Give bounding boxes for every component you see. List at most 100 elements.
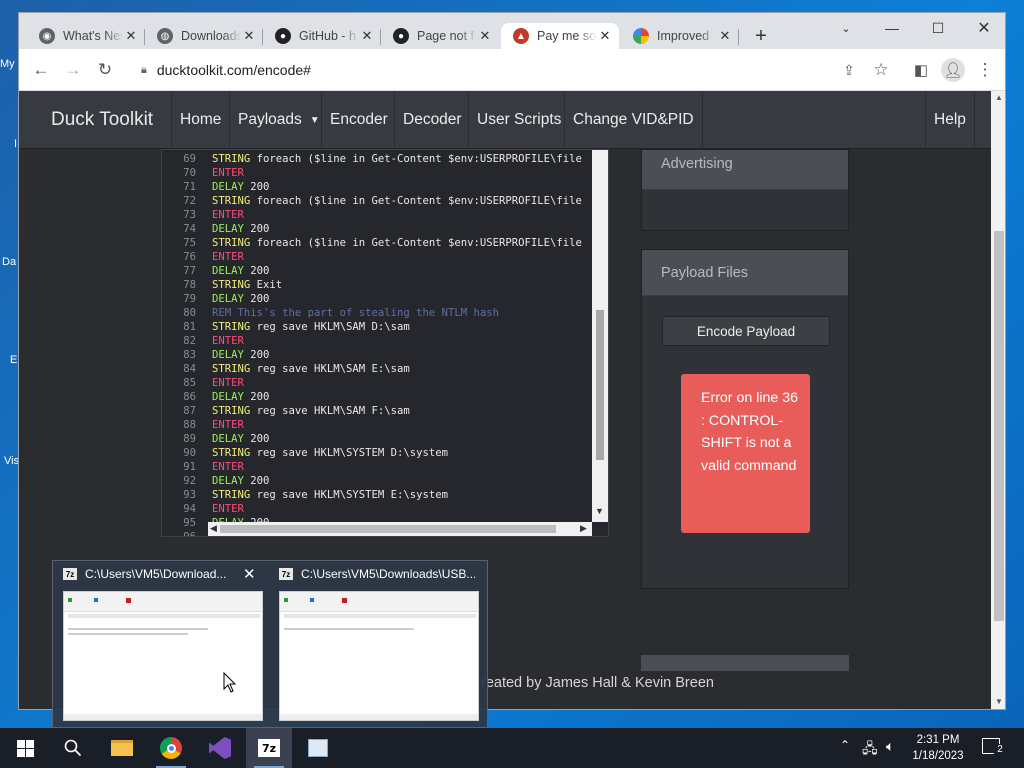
close-icon[interactable]: ✕	[243, 565, 256, 583]
close-icon[interactable]: ✕	[597, 28, 613, 44]
scroll-down-arrow-icon[interactable]: ▼	[995, 697, 1003, 706]
line-number: 94	[183, 503, 196, 515]
line-number: 84	[183, 363, 196, 375]
scroll-thumb[interactable]	[596, 310, 604, 460]
nav-payloads[interactable]: Payloads ▼	[229, 91, 328, 149]
taskbar-chrome[interactable]	[148, 728, 194, 768]
maximize-icon[interactable]: ☐	[915, 13, 961, 43]
nav-user-scripts[interactable]: User Scripts	[468, 91, 569, 149]
tab-github[interactable]: ● GitHub - h ✕	[263, 23, 381, 49]
code-text: 200	[243, 223, 270, 235]
taskbar-visual-studio[interactable]	[197, 728, 243, 768]
scroll-up-arrow-icon[interactable]: ▲	[995, 93, 1003, 102]
share-icon[interactable]: ⇪	[837, 58, 861, 82]
tab-downloads[interactable]: ◍ Downloads ✕	[145, 23, 263, 49]
editor-horizontal-scrollbar[interactable]: ◀ ▶	[208, 522, 592, 536]
line-number: 78	[183, 279, 196, 291]
scroll-right-arrow-icon[interactable]: ▶	[580, 523, 587, 534]
close-icon[interactable]: ✕	[717, 28, 733, 44]
close-icon[interactable]: ✕	[477, 28, 493, 44]
code-keyword: STRING	[212, 279, 251, 291]
notification-center-button[interactable]: 2	[982, 736, 1006, 760]
scroll-thumb[interactable]	[994, 231, 1004, 621]
thumbnail-title-text: C:\Users\VM5\Downloads\USB...	[301, 567, 475, 581]
clock-time: 2:31 PM	[916, 734, 960, 746]
clock-date: 1/18/2023	[912, 750, 964, 762]
volume-icon[interactable]: 🔈︎	[886, 738, 894, 755]
thumbnail-window[interactable]: 7z C:\Users\VM5\Download... ✕	[53, 561, 263, 729]
desktop-icon-text: My	[0, 58, 15, 70]
desktop-icon-text: Vis	[4, 455, 20, 467]
scroll-thumb[interactable]	[220, 525, 556, 533]
line-number: 82	[183, 335, 196, 347]
scroll-left-arrow-icon[interactable]: ◀	[210, 523, 217, 534]
thumbnail-window[interactable]: 7z C:\Users\VM5\Downloads\USB...	[269, 561, 479, 729]
reload-icon[interactable]: ↻	[93, 58, 117, 82]
encode-payload-button[interactable]: Encode Payload	[662, 316, 830, 346]
desktop-icon-label[interactable]: My	[0, 58, 20, 70]
author-link[interactable]: Kevin Breen	[635, 675, 714, 691]
search-button[interactable]	[50, 728, 96, 768]
nav-decoder[interactable]: Decoder	[394, 91, 470, 149]
show-hidden-icons-icon[interactable]: ⌃	[840, 738, 850, 752]
nav-encoder[interactable]: Encoder	[321, 91, 396, 149]
taskbar-image-viewer[interactable]	[295, 728, 341, 768]
payload-editor[interactable]: 69 STRING foreach ($line in Get-Content $…	[161, 149, 609, 537]
new-tab-button[interactable]: +	[750, 25, 772, 47]
code-line: 86 DELAY 200	[162, 390, 269, 404]
tab-improved[interactable]: Improved ✕	[621, 23, 739, 49]
nav-home[interactable]: Home	[171, 91, 229, 149]
code-keyword: ENTER	[212, 461, 244, 473]
chrome-icon	[160, 737, 182, 759]
code-keyword: REM	[212, 307, 232, 319]
nav-help[interactable]: Help	[925, 91, 975, 149]
editor-vertical-scrollbar[interactable]: ▼	[592, 150, 608, 522]
nav-change-vid-pid[interactable]: Change VID&PID	[564, 91, 703, 149]
code-line: 70 ENTER	[162, 166, 244, 180]
tab-label: Page not f	[417, 29, 474, 43]
code-keyword: ENTER	[212, 167, 244, 179]
error-alert: Error on line 36 : CONTROL-SHIFT is not …	[681, 374, 810, 533]
site-brand[interactable]: Duck Toolkit	[51, 109, 153, 131]
menu-icon[interactable]: ⋮	[973, 58, 997, 82]
code-line: 75 STRING foreach ($line in Get-Content $…	[162, 236, 582, 250]
start-button[interactable]	[2, 728, 48, 768]
back-icon[interactable]: ←	[29, 58, 53, 82]
close-icon[interactable]: ✕	[241, 28, 257, 44]
github-icon: ●	[393, 28, 409, 44]
tab-search-icon[interactable]: ⌄	[823, 13, 869, 43]
taskbar-file-explorer[interactable]	[99, 728, 145, 768]
author-link[interactable]: James Hall	[546, 675, 618, 691]
side-panel-icon[interactable]: ◧	[909, 58, 933, 82]
tab-label: Improved	[657, 29, 710, 43]
line-number: 79	[183, 293, 196, 305]
network-icon[interactable]: 🖧︎	[862, 738, 878, 762]
code-text: reg save HKLM\SYSTEM D:\system	[250, 447, 448, 459]
line-number: 73	[183, 209, 196, 221]
line-number: 70	[183, 167, 196, 179]
code-line: 81 STRING reg save HKLM\SAM D:\sam	[162, 320, 410, 334]
visual-studio-icon	[209, 737, 231, 759]
system-clock[interactable]: 2:31 PM 1/18/2023	[906, 732, 970, 764]
address-bar[interactable]: 🔒︎ ducktoolkit.com/encode#	[131, 55, 891, 85]
tab-whats-new[interactable]: ◉ What's New ✕	[27, 23, 145, 49]
code-keyword: STRING	[212, 405, 251, 417]
tab-pay-me[interactable]: ▲ Pay me so ✕	[501, 23, 619, 49]
taskbar-7zip[interactable]: 7z	[246, 728, 292, 768]
code-keyword: ENTER	[212, 335, 244, 347]
tab-page-not-found[interactable]: ● Page not f ✕	[381, 23, 499, 49]
forward-icon[interactable]: →	[61, 58, 85, 82]
code-text: 200	[243, 293, 270, 305]
close-icon[interactable]: ✕	[359, 28, 375, 44]
profile-icon[interactable]: 👤︎	[941, 58, 965, 82]
scroll-down-arrow-icon[interactable]: ▼	[595, 506, 604, 516]
line-number: 83	[183, 349, 196, 361]
close-window-icon[interactable]: ✕	[961, 13, 1005, 43]
close-icon[interactable]: ✕	[123, 28, 139, 44]
line-number: 76	[183, 251, 196, 263]
bookmark-star-icon[interactable]: ☆	[869, 58, 893, 82]
page-vertical-scrollbar[interactable]: ▲ ▼	[991, 91, 1005, 709]
desktop-icon-text: E	[10, 354, 18, 366]
minimize-icon[interactable]: —	[869, 13, 915, 43]
lock-icon: 🔒︎	[141, 63, 147, 76]
